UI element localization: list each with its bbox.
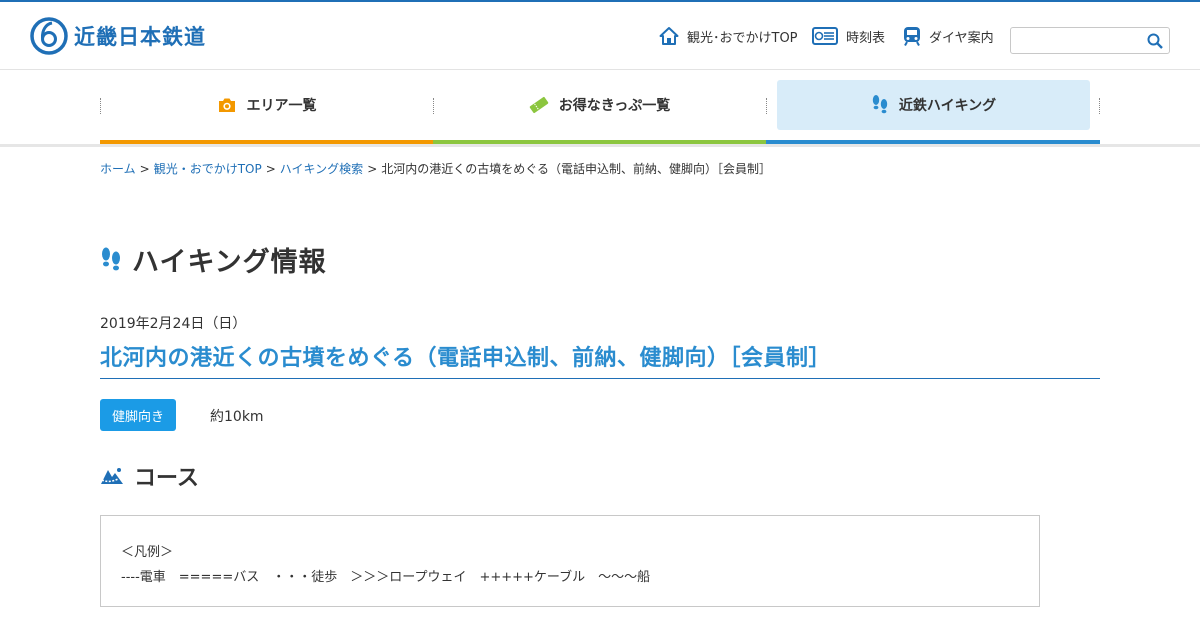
- kintetsu-logo-icon: [30, 17, 68, 55]
- train-icon: [904, 27, 920, 46]
- header-link-label: ダイヤ案内: [929, 30, 994, 46]
- header-link-diagram-info[interactable]: ダイヤ案内: [903, 26, 994, 46]
- distance-value: 約10km: [210, 409, 264, 425]
- nav-divider: [766, 98, 767, 114]
- breadcrumb-current: 北河内の港近くの古墳をめぐる（電話申込制、前納、健脚向）［会員制］: [381, 162, 772, 176]
- header-link-sightseeing-top[interactable]: 観光･おでかけTOP: [659, 26, 798, 46]
- nav-hiking[interactable]: 近鉄ハイキング: [777, 80, 1090, 130]
- breadcrumb-separator: >: [139, 162, 150, 176]
- nav-bottom-rule: [0, 144, 1200, 147]
- course-heading: コース: [100, 460, 199, 492]
- event-title-block: 北河内の港近くの古墳をめぐる（電話申込制、前納、健脚向）［会員制］: [100, 340, 1100, 379]
- page-heading: ハイキング情報: [132, 247, 327, 278]
- nav-area-label: エリア一覧: [246, 98, 317, 114]
- nav-ticket-list[interactable]: お得なきっぷ一覧: [433, 80, 766, 130]
- site-header: 近畿日本鉄道 観光･おでかけTOP 時刻表 ダイヤ案内: [0, 2, 1200, 70]
- breadcrumb-sightseeing-top[interactable]: 観光・おでかけTOP: [154, 162, 262, 176]
- footprints-icon: [102, 247, 120, 270]
- global-nav: エリア一覧 お得なきっぷ一覧 近鉄ハイキング: [100, 70, 1100, 144]
- event-date: 2019年2月24日（日）: [100, 316, 247, 332]
- page-title: ハイキング情報: [100, 240, 327, 279]
- timetable-icon: [812, 27, 838, 45]
- camera-icon: [218, 98, 235, 112]
- brand-name: 近畿日本鉄道: [74, 25, 206, 49]
- legend-items: ----電車 =====バス ・・・徒歩 ＞＞＞ロープウェイ +++++ケーブル…: [121, 570, 651, 585]
- home-icon: [659, 27, 679, 45]
- breadcrumb: ホーム > 観光・おでかけTOP > ハイキング検索 > 北河内の港近くの古墳をめぐる（電話…: [100, 160, 771, 177]
- legend-title: ＜凡例＞: [121, 545, 174, 560]
- nav-area-list[interactable]: エリア一覧: [100, 80, 433, 130]
- course-title: コース: [134, 466, 199, 491]
- ticket-icon: [529, 96, 549, 114]
- nav-ticket-label: お得なきっぷ一覧: [558, 98, 671, 114]
- breadcrumb-hiking-search[interactable]: ハイキング検索: [280, 162, 363, 176]
- breadcrumb-home[interactable]: ホーム: [100, 162, 136, 176]
- site-logo[interactable]: 近畿日本鉄道: [30, 16, 206, 56]
- search-input[interactable]: [1011, 28, 1139, 53]
- nav-hiking-label: 近鉄ハイキング: [898, 98, 997, 114]
- header-link-label: 観光･おでかけTOP: [687, 30, 798, 46]
- mountain-icon: [101, 468, 123, 484]
- nav-divider: [1099, 98, 1100, 114]
- header-link-label: 時刻表: [846, 30, 886, 46]
- difficulty-badge: 健脚向き: [100, 399, 176, 431]
- course-legend-box: ＜凡例＞ ----電車 =====バス ・・・徒歩 ＞＞＞ロープウェイ ++++…: [100, 515, 1040, 607]
- search-icon[interactable]: [1147, 33, 1163, 49]
- breadcrumb-separator: >: [367, 162, 378, 176]
- site-search: [1010, 27, 1170, 54]
- footprints-icon: [872, 95, 888, 114]
- breadcrumb-separator: >: [265, 162, 276, 176]
- header-link-timetable[interactable]: 時刻表: [812, 26, 885, 46]
- event-title: 北河内の港近くの古墳をめぐる（電話申込制、前納、健脚向）［会員制］: [100, 346, 832, 371]
